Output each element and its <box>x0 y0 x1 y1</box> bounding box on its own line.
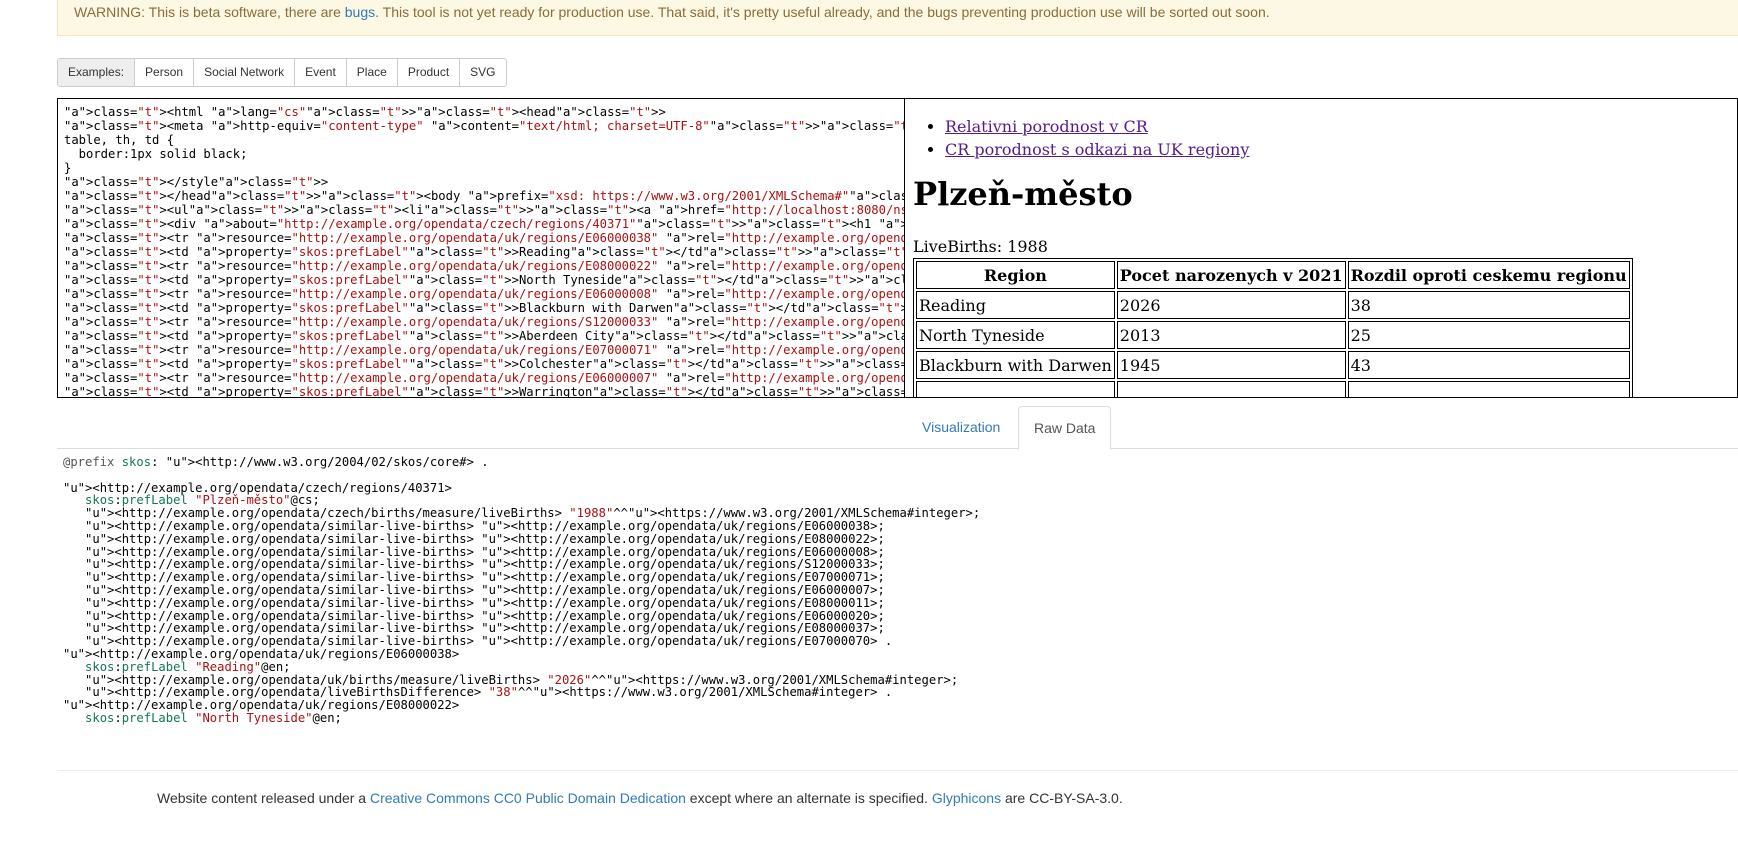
bugs-link[interactable]: bugs <box>345 4 375 20</box>
editor-line: "a">class="t"><td "a">property="skos:pre… <box>64 245 904 259</box>
editor-line: "a">class="t"><td "a">property="skos:pre… <box>64 357 904 371</box>
raw-data-line: "u"><http://example.org/opendata/similar… <box>85 582 885 597</box>
raw-data-line: "u"><http://example.org/opendata/similar… <box>85 557 885 572</box>
list-item: CR porodnost s odkazi na UK regiony <box>945 138 1737 161</box>
raw-data-line: "u"><http://example.org/opendata/uk/regi… <box>63 646 460 661</box>
table-cell: Reading <box>916 291 1115 319</box>
example-place-button[interactable]: Place <box>345 59 397 86</box>
editor-line: "a">class="t"><tr "a">resource="http://e… <box>64 315 904 329</box>
column-header: Pocet narozenych v 2021 <box>1116 261 1346 289</box>
raw-data-line <box>63 468 1733 481</box>
editor-line: "a">class="t"><html "a">lang="cs""a">cla… <box>64 105 666 119</box>
editor-line: "a">class="t"></style"a">class="t">> <box>64 175 329 189</box>
raw-data-line: "u"><http://example.org/opendata/similar… <box>85 595 885 610</box>
raw-data-line: "u"><http://example.org/opendata/similar… <box>85 531 885 546</box>
example-product-button[interactable]: Product <box>396 59 459 86</box>
examples-button-group: Examples: Person Social Network Event Pl… <box>57 58 507 87</box>
raw-data-line: "u"><http://example.org/opendata/similar… <box>85 518 885 533</box>
cc0-license-link[interactable]: Creative Commons CC0 Public Domain Dedic… <box>370 790 686 806</box>
raw-data-line: "u"><http://example.org/opendata/similar… <box>85 634 893 649</box>
similar-regions-table: Region Pocet narozenych v 2021 Rozdil op… <box>913 258 1633 397</box>
raw-data-line: "u"><http://example.org/opendata/uk/birt… <box>85 672 959 687</box>
editor-line: "a">class="t"><td "a">property="skos:pre… <box>64 273 904 287</box>
warning-prefix: WARNING: This is beta software, there ar… <box>74 4 345 20</box>
table-header-row: Region Pocet narozenych v 2021 Rozdil op… <box>916 261 1630 289</box>
editor-line: "a">class="t"><tr "a">resource="http://e… <box>64 231 904 245</box>
editor-line: "a">class="t"><tr "a">resource="http://e… <box>64 287 904 301</box>
table-cell: 38 <box>1347 291 1630 319</box>
tab-visualization[interactable]: Visualization <box>907 406 1015 449</box>
column-header: Region <box>916 261 1115 289</box>
tab-raw-data[interactable]: Raw Data <box>1018 406 1112 450</box>
table-row: Blackburn with Darwen 1945 43 <box>916 351 1630 379</box>
raw-data-line: "u"><http://example.org/opendata/similar… <box>85 621 885 636</box>
editor-line: "a">class="t"><td "a">property="skos:pre… <box>64 301 904 315</box>
example-person-button[interactable]: Person <box>134 59 193 86</box>
table-cell: 1945 <box>1116 351 1346 379</box>
raw-data-output: @prefix skos: "u"><http://www.w3.org/200… <box>63 455 1733 725</box>
editor-line: "a">class="t"></head"a">class="t">>"a">c… <box>64 189 904 203</box>
warning-suffix: . This tool is not yet ready for product… <box>375 4 1270 20</box>
region-heading: Plzeň-město <box>913 175 1133 213</box>
table-cell: 43 <box>1347 351 1630 379</box>
html-preview-pane: Relativni porodnost v CR CR porodnost s … <box>905 98 1738 398</box>
editor-line: "a">class="t"><td "a">property="skos:pre… <box>64 329 904 343</box>
example-svg-button[interactable]: SVG <box>459 59 505 86</box>
raw-data-line: "u"><http://example.org/opendata/similar… <box>85 544 885 559</box>
list-item: Relativni porodnost v CR <box>945 115 1737 138</box>
raw-data-line: skos:prefLabel "Reading"@en; <box>85 659 291 674</box>
editor-line: "a">class="t"><td "a">property="skos:pre… <box>64 385 904 398</box>
raw-data-line: "u"><http://example.org/opendata/czech/b… <box>85 506 981 521</box>
example-social-network-button[interactable]: Social Network <box>193 59 294 86</box>
preview-link-list: Relativni porodnost v CR CR porodnost s … <box>905 115 1737 161</box>
footer-divider <box>57 770 1738 771</box>
raw-data-line: "u"><http://example.org/opendata/uk/regi… <box>63 698 460 713</box>
example-event-button[interactable]: Event <box>294 59 346 86</box>
editor-line: "a">class="t"><tr "a">resource="http://e… <box>64 259 904 273</box>
uk-regions-link[interactable]: CR porodnost s odkazi na UK regiony <box>945 140 1249 159</box>
column-header: Rozdil oproti ceskemu regionu <box>1347 261 1630 289</box>
raw-data-line: skos:prefLabel "Plzeň-město"@cs; <box>85 493 320 508</box>
footer-suffix: are CC-BY-SA-3.0. <box>1001 790 1123 806</box>
live-births-text: LiveBirths: 1988 <box>913 237 1048 256</box>
table-cell <box>1116 381 1346 397</box>
raw-data-line: "u"><http://example.org/opendata/liveBir… <box>85 685 893 700</box>
editor-line: "a">class="t"><tr "a">resource="http://e… <box>64 343 904 357</box>
beta-warning-banner: WARNING: This is beta software, there ar… <box>57 0 1738 36</box>
raw-data-line: skos:prefLabel "North Tyneside"@en; <box>85 710 342 725</box>
table-row: North Tyneside 2013 25 <box>916 321 1630 349</box>
editor-line: "a">class="t"><div "a">about="http://exa… <box>64 217 904 231</box>
table-cell <box>916 381 1115 397</box>
glyphicons-link[interactable]: Glyphicons <box>932 790 1001 806</box>
editor-line: border:1px solid black; <box>64 147 248 161</box>
table-cell: 2013 <box>1116 321 1346 349</box>
site-footer: Website content released under a Creativ… <box>157 790 1123 806</box>
editor-line: "a">class="t"><ul"a">class="t">>"a">clas… <box>64 203 904 217</box>
editor-line: "a">class="t"><tr "a">resource="http://e… <box>64 371 904 385</box>
table-cell: North Tyneside <box>916 321 1115 349</box>
editor-line: } <box>64 161 72 175</box>
editor-line: table, th, td { <box>64 133 175 147</box>
footer-prefix: Website content released under a <box>157 790 370 806</box>
table-row: Reading 2026 38 <box>916 291 1630 319</box>
table-row <box>916 381 1630 397</box>
examples-label: Examples: <box>58 59 135 86</box>
footer-middle: except where an alternate is specified. <box>685 790 932 806</box>
raw-data-line: "u"><http://example.org/opendata/similar… <box>85 570 885 585</box>
table-cell: Blackburn with Darwen <box>916 351 1115 379</box>
table-cell <box>1347 381 1630 397</box>
table-cell: 2026 <box>1116 291 1346 319</box>
relative-birthrate-link[interactable]: Relativni porodnost v CR <box>945 117 1148 136</box>
raw-data-line: @prefix skos: "u"><http://www.w3.org/200… <box>63 455 489 469</box>
raw-data-line: "u"><http://example.org/opendata/similar… <box>85 608 885 623</box>
table-cell: 25 <box>1347 321 1630 349</box>
output-tabs: Visualization Raw Data <box>57 406 1738 450</box>
html-source-editor[interactable]: "a">class="t"><html "a">lang="cs""a">cla… <box>57 98 905 398</box>
editor-line: "a">class="t"><meta "a">http-equiv="cont… <box>64 119 904 133</box>
raw-data-line: "u"><http://example.org/opendata/czech/r… <box>63 480 452 495</box>
